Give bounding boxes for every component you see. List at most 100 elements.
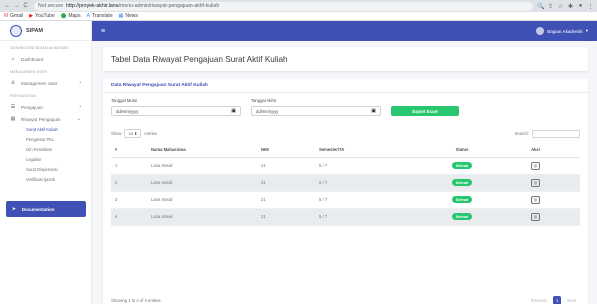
search-label: Search:: [514, 131, 529, 136]
col-aksi[interactable]: Aksi: [491, 143, 580, 158]
reload-icon[interactable]: C: [21, 3, 30, 9]
col-nama[interactable]: Nama Mahasiswa: [147, 143, 257, 158]
address-bar[interactable]: Not secure http://proyek-akhir.lana/menu…: [34, 1, 533, 11]
view-button[interactable]: ◎: [531, 212, 540, 221]
news-icon: ▦: [118, 13, 124, 19]
sidebar-section-surat: PERSURATAN: [10, 94, 37, 98]
end-date-input[interactable]: dd/mm/yyyy ▣: [251, 106, 381, 116]
chevron-right-icon: ›: [79, 104, 81, 110]
view-button[interactable]: ◎: [531, 195, 540, 204]
bookmarks-bar: M Gmail ▶ YouTube ⬤ Maps A Translate ▦ News: [0, 12, 597, 21]
search-input[interactable]: [532, 129, 580, 138]
gmail-icon: M: [4, 13, 9, 19]
table-header-row: # Nama Mahasiswa NIM Semester/TA Status …: [111, 143, 580, 158]
table-row: 4 Lana Ismail 21 5 / 7 Selesai ◎: [111, 208, 580, 226]
table-tools: Show 10 ⬍ entries Search:: [111, 129, 580, 138]
hamburger-icon[interactable]: ≡: [101, 28, 105, 35]
back-icon[interactable]: ←: [3, 3, 12, 9]
brand[interactable]: SIPAM: [0, 21, 91, 41]
avatar: [536, 27, 545, 35]
forward-icon[interactable]: →: [12, 3, 21, 9]
not-secure-label[interactable]: Not secure: [38, 3, 63, 9]
page-1-button[interactable]: 1: [553, 296, 562, 304]
youtube-icon: ▶: [29, 13, 34, 19]
status-badge: Selesai: [451, 196, 473, 203]
share-icon[interactable]: ⇪: [547, 3, 554, 10]
sidebar-section-dashboard: DASHBOARD BIDAN AKADEMIK: [10, 46, 69, 50]
user-icon: ♙: [10, 80, 16, 86]
page-title: Tabel Data Riwayat Pengajuan Surat Aktif…: [103, 47, 588, 71]
calendar-icon[interactable]: ▣: [231, 108, 236, 114]
translate-icon: A: [86, 13, 90, 19]
profile-icon[interactable]: ●: [577, 3, 584, 10]
table-row: 3 Lana Ismail 21 5 / 7 Selesai ◎: [111, 191, 580, 209]
list-icon: ☰: [10, 104, 16, 110]
sidebar-subitem-dispensasi[interactable]: Surat Dispensasi: [0, 165, 91, 175]
browser-toolbar: ← → C Not secure http://proyek-akhir.lan…: [0, 0, 597, 12]
chevron-right-icon: ›: [79, 80, 81, 86]
home-icon: ⌂: [11, 56, 15, 62]
user-name: Bagian Akademik: [547, 28, 583, 34]
sidebar-item-pengajuan[interactable]: ☰ Pengajuan ›: [0, 101, 91, 113]
table-info: Showing 1 to 4 of 4 entries: [111, 298, 161, 303]
col-nim[interactable]: NIM: [257, 143, 315, 158]
user-menu[interactable]: Bagian Akademik ▾: [536, 27, 588, 35]
table-row: 2 Lana Ismail 21 5 / 7 Selesai ◎: [111, 174, 580, 192]
page-length: Show 10 ⬍ entries: [111, 129, 157, 138]
sidebar-section-user: MANAGEMEN USER: [10, 70, 48, 74]
table-row: 1 Lana Ismail 21 5 / 7 Selesai ◎: [111, 157, 580, 175]
status-badge: Selesai: [451, 179, 473, 186]
next-page-button[interactable]: Next: [563, 296, 580, 304]
view-button[interactable]: ◎: [531, 178, 540, 187]
bookmark-news[interactable]: ▦ News: [119, 13, 138, 19]
col-status[interactable]: Status: [433, 143, 491, 158]
pagination: Previous 1 Next: [527, 296, 580, 304]
status-badge: Selesai: [451, 162, 473, 169]
sidebar-subitem-ijazah[interactable]: Verifikasi Ijazah: [0, 175, 91, 185]
start-date-input[interactable]: dd/mm/yyyy ▣: [111, 106, 241, 116]
maps-icon: ⬤: [60, 13, 67, 19]
col-semester[interactable]: Semester/TA: [315, 143, 433, 158]
prev-page-button[interactable]: Previous: [527, 296, 551, 304]
main-content: ≡ Bagian Akademik ▾ Tabel Data Riwayat P…: [92, 21, 597, 304]
table-footer: Showing 1 to 4 of 4 entries Previous 1 N…: [111, 296, 580, 304]
data-card: Data Riwayat Pengajuan Surat Aktif Kulia…: [103, 79, 588, 304]
end-date-label: Tanggal Akhir: [251, 98, 277, 103]
brand-logo: [10, 24, 22, 37]
start-date-label: Tanggal Mulai: [111, 98, 137, 103]
bookmark-gmail[interactable]: M Gmail: [4, 13, 23, 19]
sidebar-item-users[interactable]: ♙ Managemen User ›: [0, 77, 91, 89]
sidebar-subitem-aktif-kuliah[interactable]: Surat Aktif Kuliah: [0, 125, 91, 135]
sidebar-item-riwayat[interactable]: ▤ Riwayat Pengajuan ⌄: [0, 113, 91, 125]
chevron-down-icon: ▾: [585, 28, 588, 33]
documentation-button[interactable]: ➤ Documentation: [6, 201, 86, 217]
menu-icon[interactable]: ⋮: [587, 3, 594, 10]
status-badge: Selesai: [451, 213, 473, 220]
sidebar-subitem-legalisir[interactable]: Legalisir: [0, 155, 91, 165]
rocket-icon: ➤: [12, 206, 16, 211]
sidebar-item-dashboard[interactable]: ⌂ Dashboard: [0, 53, 91, 65]
sidebar-subitem-pkl[interactable]: Pengantar PKL: [0, 135, 91, 145]
app-shell: SIPAM DASHBOARD BIDAN AKADEMIK ⌂ Dashboa…: [0, 21, 597, 304]
calendar-icon[interactable]: ▣: [371, 108, 376, 114]
chevron-down-icon: ⌄: [76, 116, 81, 122]
extensions-icon[interactable]: ✱: [567, 3, 574, 10]
page-length-select[interactable]: 10 ⬍: [124, 129, 142, 138]
history-icon: ▤: [10, 116, 16, 122]
sidebar: SIPAM DASHBOARD BIDAN AKADEMIK ⌂ Dashboa…: [0, 21, 92, 304]
bookmark-maps[interactable]: ⬤ Maps: [61, 13, 81, 19]
url-path: /menu-admin/riwayat-pengajuan-aktif-kuli…: [118, 3, 220, 9]
export-excel-button[interactable]: Export Excel: [391, 106, 459, 116]
bookmark-star-icon[interactable]: ☆: [557, 3, 564, 10]
topbar: ≡ Bagian Akademik ▾: [92, 21, 597, 41]
bookmark-youtube[interactable]: ▶ YouTube: [29, 13, 55, 19]
table-search: Search:: [514, 129, 580, 138]
card-title: Data Riwayat Pengajuan Surat Aktif Kulia…: [103, 79, 588, 93]
zoom-icon[interactable]: 🔍: [537, 3, 544, 10]
view-button[interactable]: ◎: [531, 161, 540, 170]
history-table: # Nama Mahasiswa NIM Semester/TA Status …: [111, 143, 580, 226]
url-host: http://proyek-akhir.lana: [66, 3, 119, 9]
sidebar-subitem-penelitian[interactable]: Izin Penelitian: [0, 145, 91, 155]
bookmark-translate[interactable]: A Translate: [87, 13, 113, 19]
col-no[interactable]: #: [111, 143, 147, 158]
